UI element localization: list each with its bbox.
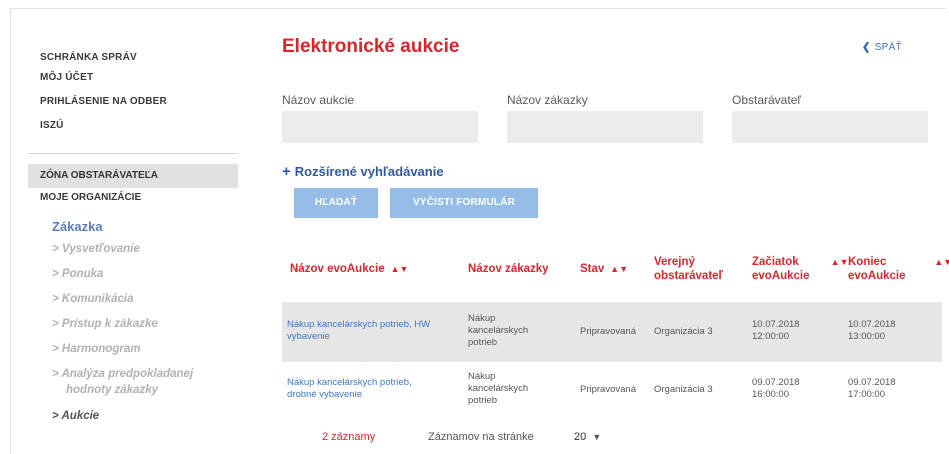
sidebar-subitem-aukcie[interactable]: > Aukcie	[52, 408, 99, 424]
sidebar-divider	[28, 153, 238, 154]
auction-name-input[interactable]	[282, 111, 478, 143]
table-cell-end: 10.07.2018 13:00:00	[848, 319, 896, 343]
sidebar-subitem-ponuka[interactable]: > Ponuka	[52, 266, 103, 282]
cell-line: 09.07.2018	[752, 377, 800, 388]
col-header-end[interactable]: Koniec ▲▼ evoAukcie	[848, 255, 949, 283]
record-count: 2 záznamy	[322, 431, 376, 443]
sidebar-subitem-pristup-k-zakazke[interactable]: > Prístup k zákazke	[52, 316, 158, 332]
col-header-end-line2: evoAukcie	[848, 270, 906, 282]
cell-line: drobné vybavenie	[287, 389, 362, 400]
col-header-start[interactable]: Začiatok ▲▼ evoAukcie	[752, 255, 849, 283]
table-cell-order-name: Nákup kancelárskych potrieb	[468, 313, 528, 349]
auction-name-label: Názov aukcie	[282, 93, 355, 107]
cell-line: 13:00:00	[848, 331, 885, 342]
chevron-left-icon: ❮	[862, 42, 871, 53]
table-cell-start: 09.07.2018 16:00:00	[752, 377, 800, 401]
cell-line: 17:00:00	[848, 389, 885, 400]
table-cell-auction-name[interactable]: Nákup kancelárskych potrieb, HW vybaveni…	[287, 319, 430, 343]
table-cell-order-name: Nákup kancelárskych potrieb	[468, 371, 528, 407]
sidebar-item-schranka-sprav[interactable]: SCHRÁNKA SPRÁV	[40, 48, 238, 68]
sidebar-item-moj-ucet[interactable]: MÔJ ÚČET	[40, 68, 238, 88]
sort-icon: ▲▼	[934, 257, 949, 267]
page-title: Elektronické aukcie	[282, 36, 460, 57]
col-header-buyer: Verejný obstarávateľ	[654, 255, 723, 283]
cell-line: 12:00:00	[752, 331, 789, 342]
per-page-label: Záznamov na stránke	[428, 431, 534, 443]
col-header-start-line1: Začiatok ▲▼	[752, 255, 849, 269]
back-link-label: SPÄŤ	[874, 42, 903, 53]
per-page-select[interactable]: 20 ▼	[574, 431, 601, 443]
sidebar: SCHRÁNKA SPRÁV MÔJ ÚČET PRIHLÁSENIE NA O…	[10, 8, 238, 454]
chevron-down-icon: ▼	[592, 432, 602, 442]
col-header-state-label: Stav	[580, 263, 605, 275]
table-cell-buyer: Organizácia 3	[654, 384, 713, 395]
cell-line: kancelárskych	[468, 383, 529, 394]
sidebar-subitem-analyza-line2[interactable]: hodnoty zákazky	[66, 382, 158, 398]
table-cell-state: Pripravovaná	[580, 326, 636, 337]
sidebar-subitem-harmonogram[interactable]: > Harmonogram	[52, 341, 141, 357]
buyer-label: Obstarávateľ	[732, 93, 801, 107]
buyer-input[interactable]	[732, 111, 928, 143]
col-header-name-label: Názov evoAukcie	[290, 263, 385, 275]
sidebar-item-zakazka[interactable]: Zákazka	[52, 219, 103, 234]
col-header-state[interactable]: Stav ▲▼	[580, 262, 628, 276]
sidebar-top-menu: SCHRÁNKA SPRÁV MÔJ ÚČET PRIHLÁSENIE NA O…	[10, 8, 238, 136]
back-link[interactable]: ❮ SPÄŤ	[862, 42, 902, 53]
col-header-start-line1-text: Začiatok	[752, 256, 799, 268]
sort-icon: ▲▼	[390, 264, 409, 274]
table-cell-start: 10.07.2018 12:00:00	[752, 319, 800, 343]
cell-line: potrieb	[468, 395, 498, 406]
col-header-end-line1-text: Koniec	[848, 256, 887, 268]
col-header-buyer-line2: obstarávateľ	[654, 270, 723, 282]
col-header-end-line1: Koniec ▲▼	[848, 255, 949, 269]
cell-line: 10.07.2018	[752, 319, 800, 330]
cell-line: Nákup kancelárskych potrieb, HW	[287, 319, 431, 330]
cell-line: potrieb	[468, 337, 498, 348]
sort-icon: ▲▼	[830, 257, 849, 267]
sort-icon: ▲▼	[610, 264, 629, 274]
cell-line: 10.07.2018	[848, 319, 896, 330]
sidebar-item-prihlasenie-na-odber[interactable]: PRIHLÁSENIE NA ODBER	[40, 92, 238, 112]
cell-line: Nákup	[468, 371, 496, 382]
col-header-name[interactable]: Názov evoAukcie ▲▼	[290, 262, 408, 276]
cell-line: Nákup kancelárskych potrieb,	[287, 377, 412, 388]
cell-line: Nákup	[468, 313, 496, 324]
sidebar-item-moje-organizacie[interactable]: MOJE ORGANIZÁCIE	[40, 192, 141, 203]
col-header-start-line2: evoAukcie	[752, 270, 810, 282]
table-cell-buyer: Organizácia 3	[654, 326, 713, 337]
order-name-input[interactable]	[507, 111, 703, 143]
table-cell-end: 09.07.2018 17:00:00	[848, 377, 896, 401]
per-page-value: 20	[574, 431, 587, 443]
main-content: Elektronické aukcie ❮ SPÄŤ Názov aukcie N…	[282, 8, 949, 454]
sidebar-subitem-vysvetlovanie[interactable]: > Vysvetľovanie	[52, 241, 140, 257]
table-cell-auction-name[interactable]: Nákup kancelárskych potrieb, drobné vyba…	[287, 377, 412, 401]
cell-line: kancelárskych	[468, 325, 529, 336]
sidebar-subitem-komunikacia[interactable]: > Komunikácia	[52, 291, 134, 307]
col-header-order: Názov zákazky	[468, 263, 549, 275]
sidebar-item-zona-obstaravatela[interactable]: ZÓNA OBSTARÁVATEĽA	[28, 164, 238, 188]
order-name-label: Názov zákazky	[507, 93, 588, 107]
table-cell-state: Pripravovaná	[580, 384, 636, 395]
search-button[interactable]: HĽADAŤ	[294, 188, 378, 218]
clear-form-button[interactable]: VYČISTI FORMULÁR	[390, 188, 538, 218]
cell-line: 16:00:00	[752, 389, 789, 400]
plus-icon: +	[282, 163, 291, 180]
cell-line: 09.07.2018	[848, 377, 896, 388]
advanced-search-label: Rozšírené vyhľadávanie	[294, 164, 444, 179]
sidebar-subitem-analyza[interactable]: > Analýza predpokladanej	[52, 366, 193, 382]
advanced-search-link[interactable]: + Rozšírené vyhľadávanie	[282, 163, 444, 180]
sidebar-item-iszu[interactable]: ISZÚ	[40, 116, 238, 136]
cell-line: vybavenie	[287, 331, 330, 342]
col-header-buyer-line1: Verejný	[654, 256, 695, 268]
